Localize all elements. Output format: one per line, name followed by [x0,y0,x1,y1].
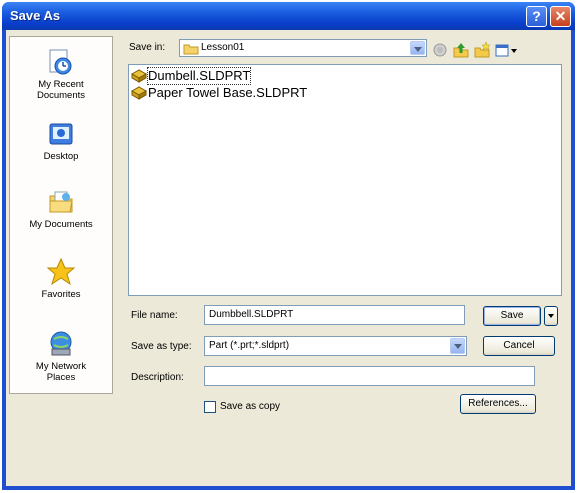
file-item-paper-towel-base[interactable]: Paper Towel Base.SLDPRT [131,85,361,101]
file-list[interactable]: Dumbell.SLDPRT Paper Towel Base.SLDPRT [128,64,562,296]
close-button[interactable]: ✕ [550,6,571,27]
new-folder-icon[interactable] [473,41,491,59]
description-label: Description: [131,372,184,383]
save-as-copy-label[interactable]: Save as copy [220,401,280,412]
save-as-dialog: Save As ? ✕ My Recent Documents Desktop … [2,2,575,490]
place-label: My Network Places [35,361,87,383]
place-label: My Recent Documents [36,79,86,101]
title-bar[interactable]: Save As ? ✕ [2,2,575,30]
help-button[interactable]: ? [526,6,547,27]
file-name: Paper Towel Base.SLDPRT [148,85,308,100]
solidworks-part-icon [131,69,147,83]
network-places-icon [50,331,72,356]
place-my-documents[interactable]: My Documents [10,187,112,230]
folder-icon [183,44,199,55]
places-bar: My Recent Documents Desktop My Documents [9,36,113,394]
chevron-down-icon[interactable] [410,41,425,55]
solidworks-part-icon [131,86,147,100]
save-in-label: Save in: [129,42,166,53]
place-label: Favorites [41,289,81,300]
place-label: My Documents [29,219,93,230]
file-name-label: File name: [131,310,178,321]
save-in-combo[interactable]: Lesson01 [179,39,427,57]
cancel-button[interactable]: Cancel [483,336,555,356]
description-input[interactable] [204,366,535,386]
save-as-type-value: Part (*.prt;*.sldprt) [209,340,290,351]
chevron-down-icon[interactable] [450,338,465,354]
favorites-star-icon [46,257,76,286]
up-folder-icon[interactable] [452,41,470,59]
place-my-network-places[interactable]: My Network Places [10,329,112,383]
save-as-copy-checkbox[interactable] [204,401,216,413]
desktop-icon [49,123,73,145]
place-favorites[interactable]: Favorites [10,257,112,300]
my-documents-icon [49,191,73,213]
back-icon[interactable] [431,41,449,59]
save-as-type-combo[interactable]: Part (*.prt;*.sldprt) [204,336,467,356]
file-name: Dumbell.SLDPRT [146,67,252,85]
references-button[interactable]: References... [460,394,536,414]
views-menu-icon[interactable] [494,41,518,59]
place-label: Desktop [43,151,79,162]
file-name-input[interactable]: Dumbbell.SLDPRT [204,305,465,325]
file-name-value: Dumbbell.SLDPRT [209,309,294,320]
save-options-arrow[interactable] [544,306,558,326]
place-my-recent-documents[interactable]: My Recent Documents [10,47,112,101]
dialog-body: My Recent Documents Desktop My Documents [6,30,571,486]
save-in-value: Lesson01 [201,42,245,53]
place-desktop[interactable]: Desktop [10,119,112,162]
dialog-title: Save As [10,8,61,23]
save-button[interactable]: Save [483,306,541,326]
file-item-dumbell[interactable]: Dumbell.SLDPRT [131,67,281,85]
recent-documents-icon [49,49,72,75]
save-as-type-label: Save as type: [131,341,192,352]
